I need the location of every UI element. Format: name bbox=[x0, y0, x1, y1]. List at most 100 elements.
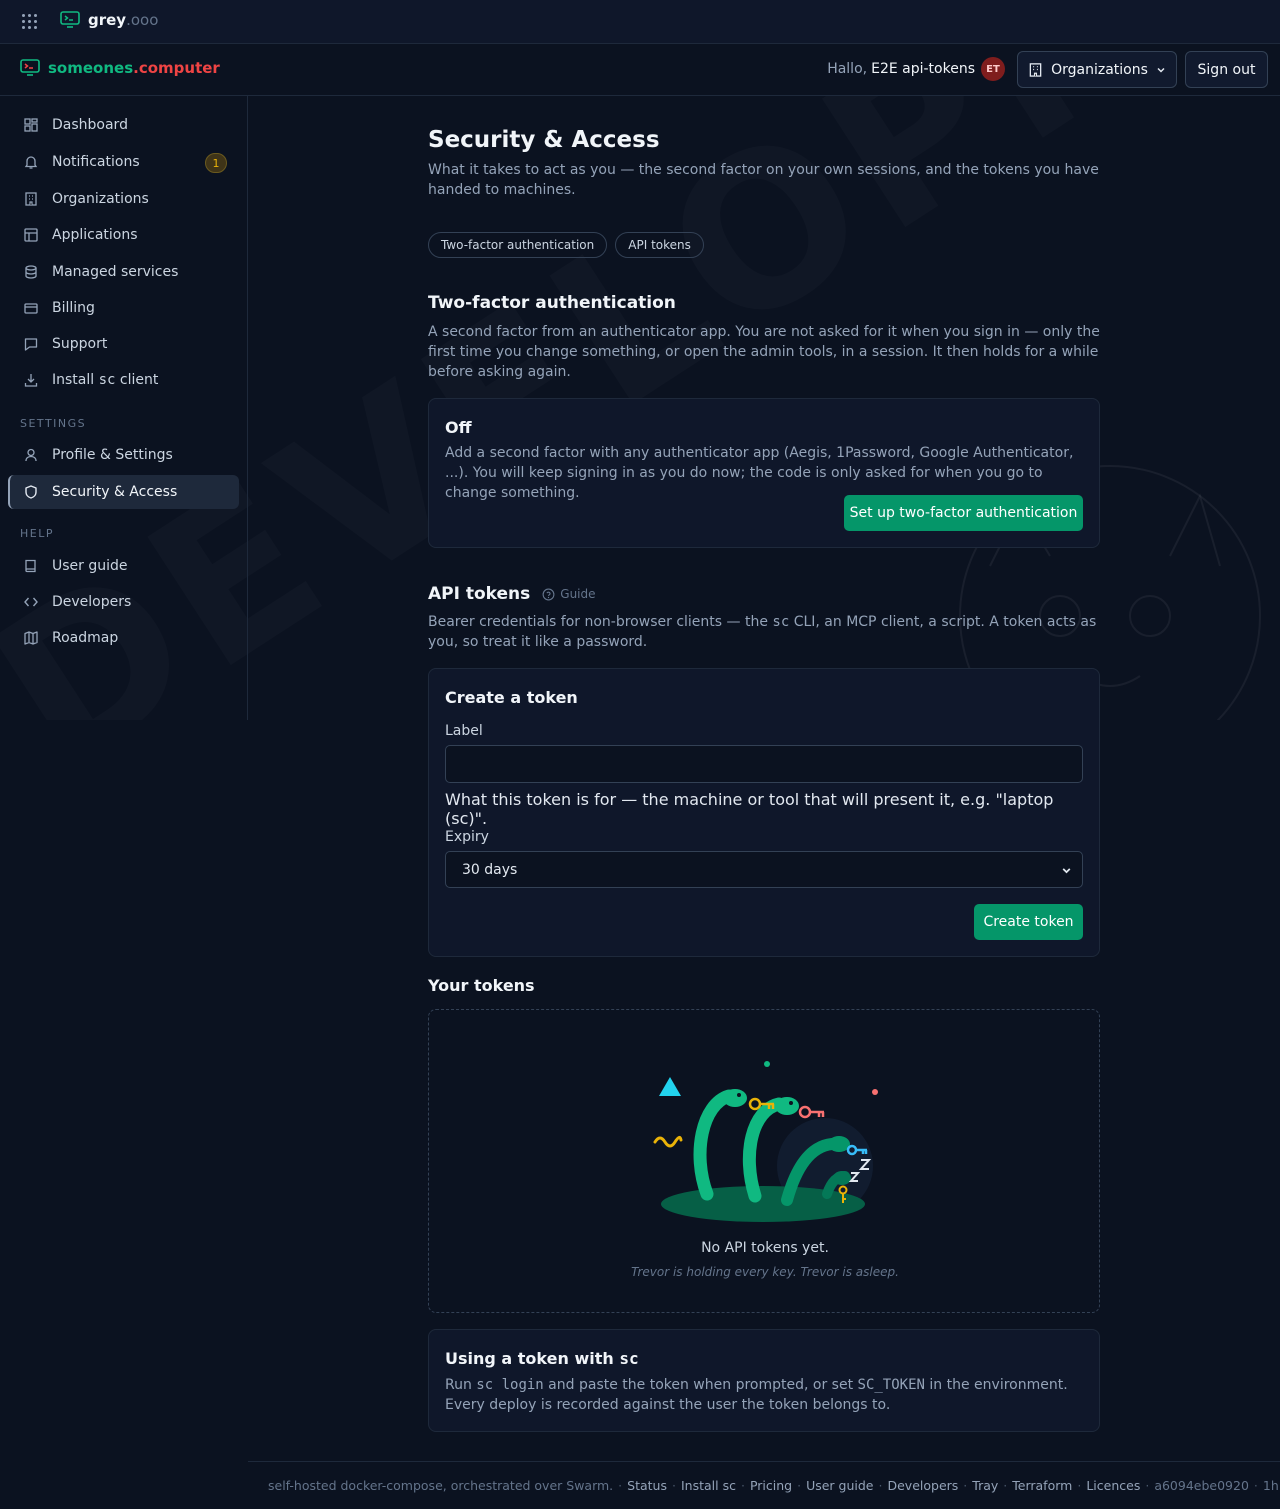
footer-separator: · bbox=[618, 1478, 623, 1493]
footer-link-licences[interactable]: Licences bbox=[1086, 1478, 1140, 1493]
expiry-select[interactable]: 30 days bbox=[445, 851, 1083, 888]
building-icon bbox=[25, 192, 37, 206]
label-field-label: Label bbox=[445, 723, 483, 739]
sidebar-item-label: Organizations bbox=[52, 191, 149, 207]
footer-separator: · bbox=[878, 1478, 883, 1493]
sidebar-item-label: Profile & Settings bbox=[52, 447, 173, 463]
terminal-monitor-icon bbox=[20, 59, 40, 76]
bell-icon bbox=[24, 156, 38, 169]
sidebar-item-label: Support bbox=[52, 336, 108, 352]
api-tokens-heading: API tokens bbox=[428, 584, 531, 604]
brand-name: someones bbox=[48, 59, 134, 77]
help-circle-icon bbox=[542, 588, 555, 600]
api-heading-row: API tokens Guide bbox=[428, 584, 596, 604]
install-label-pre: Install bbox=[52, 372, 99, 388]
map-icon bbox=[24, 631, 38, 645]
code-icon bbox=[24, 597, 38, 607]
sidebar-item-label: Roadmap bbox=[52, 630, 119, 646]
guide-link[interactable]: Guide bbox=[542, 587, 596, 601]
sidebar-item-label: Dashboard bbox=[52, 117, 128, 133]
organizations-dropdown-button[interactable]: Organizations bbox=[1017, 51, 1177, 88]
create-token-heading: Create a token bbox=[445, 688, 578, 707]
sidebar-item-roadmap[interactable]: Roadmap bbox=[8, 621, 239, 655]
footer-link-pricing[interactable]: Pricing bbox=[750, 1478, 792, 1493]
using-heading-pre: Using a token with bbox=[445, 1349, 620, 1368]
shield-icon bbox=[25, 485, 37, 499]
sleeping-snake-illustration bbox=[653, 1061, 878, 1222]
api-desc-code: sc bbox=[772, 614, 790, 630]
sidebar-item-label: Billing bbox=[52, 300, 95, 316]
tokens-empty-state: No API tokens yet. Trevor is holding eve… bbox=[428, 1009, 1100, 1313]
page-intro: What it takes to act as you — the second… bbox=[428, 162, 1099, 198]
twofa-card: Off Add a second factor with any authent… bbox=[428, 398, 1100, 548]
twofa-description: A second factor from an authenticator ap… bbox=[428, 324, 1100, 380]
sidebar-item-label: Applications bbox=[52, 227, 138, 243]
footer-prefix: self-hosted docker-compose, orchestrated… bbox=[268, 1478, 614, 1493]
empty-state-title: No API tokens yet. bbox=[701, 1240, 829, 1256]
pill-two-factor[interactable]: Two-factor authentication bbox=[428, 232, 608, 258]
sidebar-item-security-access[interactable]: Security & Access bbox=[8, 475, 239, 509]
sidebar-item-dashboard[interactable]: Dashboard bbox=[8, 108, 239, 142]
create-token-button[interactable]: Create token bbox=[974, 904, 1083, 940]
greeting: Hallo, E2E api-tokens bbox=[827, 61, 975, 77]
pill-api-tokens[interactable]: API tokens bbox=[615, 232, 704, 258]
empty-state-subtitle: Trevor is holding every key. Trevor is a… bbox=[631, 1265, 899, 1279]
page-title: Security & Access bbox=[428, 127, 660, 153]
token-label-input[interactable] bbox=[445, 745, 1083, 783]
footer-link-status[interactable]: Status bbox=[627, 1478, 667, 1493]
section-pills: Two-factor authentication API tokens bbox=[428, 232, 704, 258]
notification-count-badge: 1 bbox=[205, 153, 227, 173]
footer-separator: · bbox=[1145, 1478, 1150, 1493]
sidebar-item-user-guide[interactable]: User guide bbox=[8, 549, 239, 583]
book-icon bbox=[25, 559, 36, 573]
sign-out-button[interactable]: Sign out bbox=[1185, 51, 1268, 88]
footer-link-install[interactable]: Install sc bbox=[681, 1478, 736, 1493]
site-brand[interactable]: someones.computer bbox=[20, 59, 220, 77]
avatar[interactable]: ET bbox=[981, 57, 1005, 81]
sidebar-item-label: Managed services bbox=[52, 264, 179, 280]
setup-twofa-button[interactable]: Set up two-factor authentication bbox=[844, 495, 1083, 531]
building-icon bbox=[1029, 63, 1042, 77]
sidebar-item-install-client[interactable]: Install sc client bbox=[8, 363, 239, 397]
footer-separator: · bbox=[1077, 1478, 1082, 1493]
sidebar-section-settings: SETTINGS bbox=[20, 417, 87, 430]
footer-link-terraform[interactable]: Terraform bbox=[1012, 1478, 1072, 1493]
download-icon bbox=[24, 374, 38, 387]
sidebar-item-label: Notifications bbox=[52, 154, 140, 170]
footer-separator: · bbox=[671, 1478, 676, 1493]
using-text-code-token: SC_TOKEN bbox=[857, 1377, 925, 1393]
sidebar-item-label: Security & Access bbox=[52, 484, 178, 500]
footer-separator: · bbox=[963, 1478, 968, 1493]
footer-link-user-guide[interactable]: User guide bbox=[806, 1478, 873, 1493]
user-icon bbox=[25, 448, 37, 462]
using-text-mid: and paste the token when prompted, or se… bbox=[543, 1377, 858, 1393]
apps-grid-icon[interactable] bbox=[22, 14, 38, 30]
sidebar-item-organizations[interactable]: Organizations bbox=[8, 182, 239, 216]
top-bar: grey.ooo bbox=[0, 0, 1280, 44]
install-label-post: client bbox=[115, 372, 159, 388]
sidebar-item-profile-settings[interactable]: Profile & Settings bbox=[8, 438, 239, 472]
footer-build-hash: a6094ebe0920 bbox=[1154, 1478, 1249, 1493]
footer-link-tray[interactable]: Tray bbox=[972, 1478, 998, 1493]
sidebar-item-label: User guide bbox=[52, 558, 128, 574]
using-token-text: Run sc login and paste the token when pr… bbox=[445, 1375, 1085, 1415]
brand-tld: .computer bbox=[133, 59, 220, 77]
sidebar-item-notifications[interactable]: Notifications 1 bbox=[8, 145, 239, 179]
footer-link-developers[interactable]: Developers bbox=[887, 1478, 958, 1493]
credit-card-icon bbox=[24, 303, 38, 314]
organizations-label: Organizations bbox=[1051, 61, 1148, 78]
grey-brand[interactable]: grey.ooo bbox=[60, 11, 158, 29]
using-text-pre: Run bbox=[445, 1377, 477, 1393]
sidebar-item-billing[interactable]: Billing bbox=[8, 291, 239, 325]
using-token-heading: Using a token with sc bbox=[445, 1349, 639, 1368]
sidebar-item-developers[interactable]: Developers bbox=[8, 585, 239, 619]
expiry-field-label: Expiry bbox=[445, 829, 489, 845]
footer-separator: · bbox=[740, 1478, 745, 1493]
sidebar-item-applications[interactable]: Applications bbox=[8, 218, 239, 252]
database-icon bbox=[25, 265, 37, 279]
footer-separator: · bbox=[1003, 1478, 1008, 1493]
sidebar-item-managed-services[interactable]: Managed services bbox=[8, 255, 239, 289]
api-tokens-description: Bearer credentials for non-browser clien… bbox=[428, 612, 1108, 652]
layout-icon bbox=[24, 228, 38, 242]
sidebar-item-support[interactable]: Support bbox=[8, 327, 239, 361]
